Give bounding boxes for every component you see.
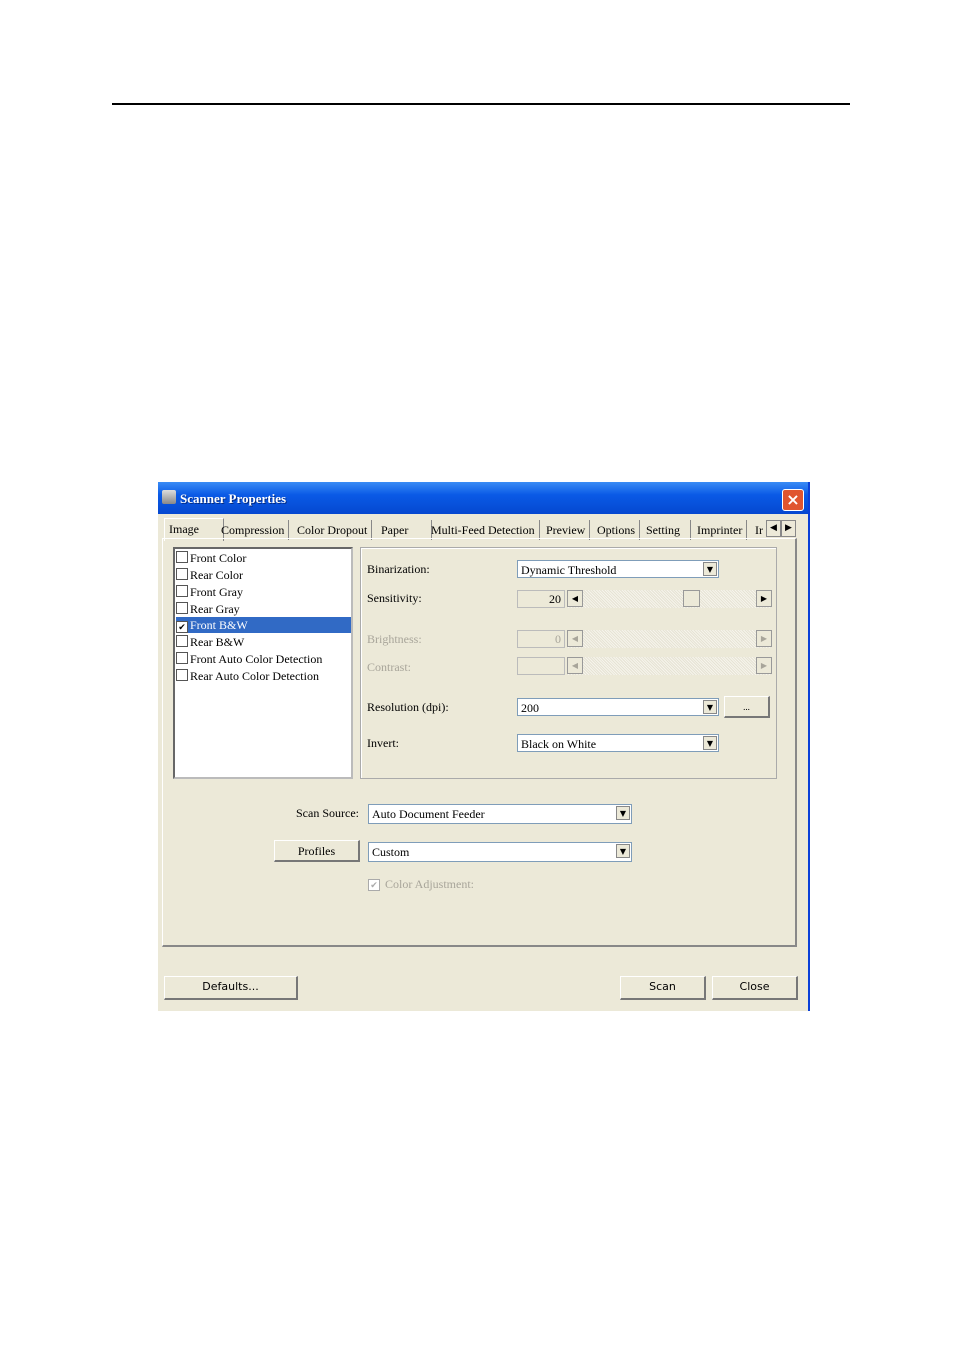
scanner-icon [162, 490, 176, 504]
list-item-label: Rear Color [190, 568, 243, 582]
sensitivity-value: 20 [517, 590, 565, 608]
list-item[interactable]: Front Gray [176, 584, 351, 600]
chevron-down-icon[interactable]: ▼ [703, 736, 717, 750]
list-item[interactable]: Rear B&W [176, 634, 351, 650]
chevron-down-icon[interactable]: ▼ [616, 806, 630, 820]
checkbox[interactable] [176, 635, 188, 647]
close-window-button[interactable]: × [782, 489, 804, 511]
checkbox[interactable] [176, 568, 188, 580]
scan-source-value: Auto Document Feeder [372, 807, 485, 821]
arrow-left-icon: ◀ [567, 630, 583, 647]
brightness-slider: ◀ ▶ [567, 630, 772, 648]
chevron-down-icon[interactable]: ▼ [703, 700, 717, 714]
invert-label: Invert: [367, 736, 399, 750]
arrow-left-icon: ◀ [567, 657, 583, 674]
list-item[interactable]: Rear Auto Color Detection [176, 668, 351, 684]
list-item-label: Front B&W [190, 618, 248, 632]
binarization-select[interactable]: Dynamic Threshold ▼ [517, 560, 719, 578]
arrow-right-icon[interactable]: ▶ [756, 590, 772, 607]
window-title: Scanner Properties [180, 491, 287, 506]
tab-setting[interactable]: Setting [642, 520, 691, 540]
binarization-value: Dynamic Threshold [521, 563, 617, 577]
scan-button[interactable]: Scan [620, 976, 706, 1000]
contrast-slider: ◀ ▶ [567, 657, 772, 675]
tab-multi-feed-detection[interactable]: Multi-Feed Detection [427, 520, 540, 540]
resolution-value: 200 [521, 701, 539, 715]
invert-select[interactable]: Black on White ▼ [517, 734, 719, 752]
tab-scroll-left-icon[interactable]: ◀ [766, 520, 781, 537]
arrow-left-icon[interactable]: ◀ [567, 590, 583, 607]
tab-paper[interactable]: Paper [377, 520, 432, 540]
chevron-down-icon[interactable]: ▼ [616, 844, 630, 858]
checkbox[interactable] [176, 669, 188, 681]
list-item-label: Front Color [190, 551, 247, 565]
binarization-label: Binarization: [367, 562, 430, 576]
checkbox[interactable] [176, 551, 188, 563]
brightness-label: Brightness: [367, 632, 422, 646]
profiles-button[interactable]: Profiles [274, 840, 360, 862]
checkbox[interactable] [176, 602, 188, 614]
tab-options[interactable]: Options [593, 520, 641, 540]
contrast-label: Contrast: [367, 660, 411, 674]
list-item[interactable]: Rear Color [176, 567, 351, 583]
list-item-label: Front Gray [190, 585, 243, 599]
tab-imprinter[interactable]: Imprinter [693, 520, 748, 540]
invert-value: Black on White [521, 737, 597, 751]
list-item-label: Rear Gray [190, 602, 240, 616]
list-item-label: Rear Auto Color Detection [190, 669, 319, 683]
brightness-value: 0 [517, 630, 565, 648]
title-bar[interactable]: Scanner Properties × [158, 482, 808, 514]
slider-thumb[interactable] [683, 590, 700, 607]
tab-compression[interactable]: Compression [217, 520, 290, 540]
list-item[interactable]: Front Auto Color Detection [176, 651, 351, 667]
checkbox[interactable] [176, 652, 188, 664]
tab-preview[interactable]: Preview [542, 520, 591, 540]
arrow-right-icon: ▶ [756, 630, 772, 647]
resolution-more-button[interactable]: ... [724, 696, 770, 718]
contrast-value [517, 657, 565, 675]
image-type-list[interactable]: Front Color Rear Color Front Gray Rear G… [173, 547, 353, 779]
list-item-label: Rear B&W [190, 635, 245, 649]
tab-color-dropout[interactable]: Color Dropout [293, 520, 373, 540]
arrow-right-icon: ▶ [756, 657, 772, 674]
list-item[interactable]: Front Color [176, 550, 351, 566]
checkbox[interactable] [176, 585, 188, 597]
scan-source-label: Scan Source: [296, 806, 359, 820]
list-item[interactable]: Rear Gray [176, 601, 351, 617]
page-rule [112, 103, 850, 105]
tab-scroll-right-icon[interactable]: ▶ [781, 520, 796, 537]
scanner-properties-dialog: Scanner Properties × Image Compression C… [158, 482, 810, 1011]
sensitivity-slider[interactable]: ◀ ▶ [567, 590, 772, 608]
list-item-selected[interactable]: ✔ Front B&W [176, 617, 351, 633]
profiles-select[interactable]: Custom ▼ [368, 842, 632, 862]
tab-overflow[interactable]: Ir [751, 520, 763, 540]
close-button[interactable]: Close [712, 976, 798, 1000]
resolution-label: Resolution (dpi): [367, 700, 449, 714]
defaults-button[interactable]: Defaults... [164, 976, 298, 1000]
color-adjustment-label: Color Adjustment: [385, 877, 475, 891]
chevron-down-icon[interactable]: ▼ [703, 562, 717, 576]
list-item-label: Front Auto Color Detection [190, 652, 323, 666]
checkbox-checked[interactable]: ✔ [176, 621, 188, 633]
scan-source-select[interactable]: Auto Document Feeder ▼ [368, 804, 632, 824]
resolution-select[interactable]: 200 ▼ [517, 698, 719, 716]
color-adjustment-checkbox: ✔ [368, 879, 380, 891]
sensitivity-label: Sensitivity: [367, 591, 422, 605]
profiles-value: Custom [372, 845, 410, 859]
